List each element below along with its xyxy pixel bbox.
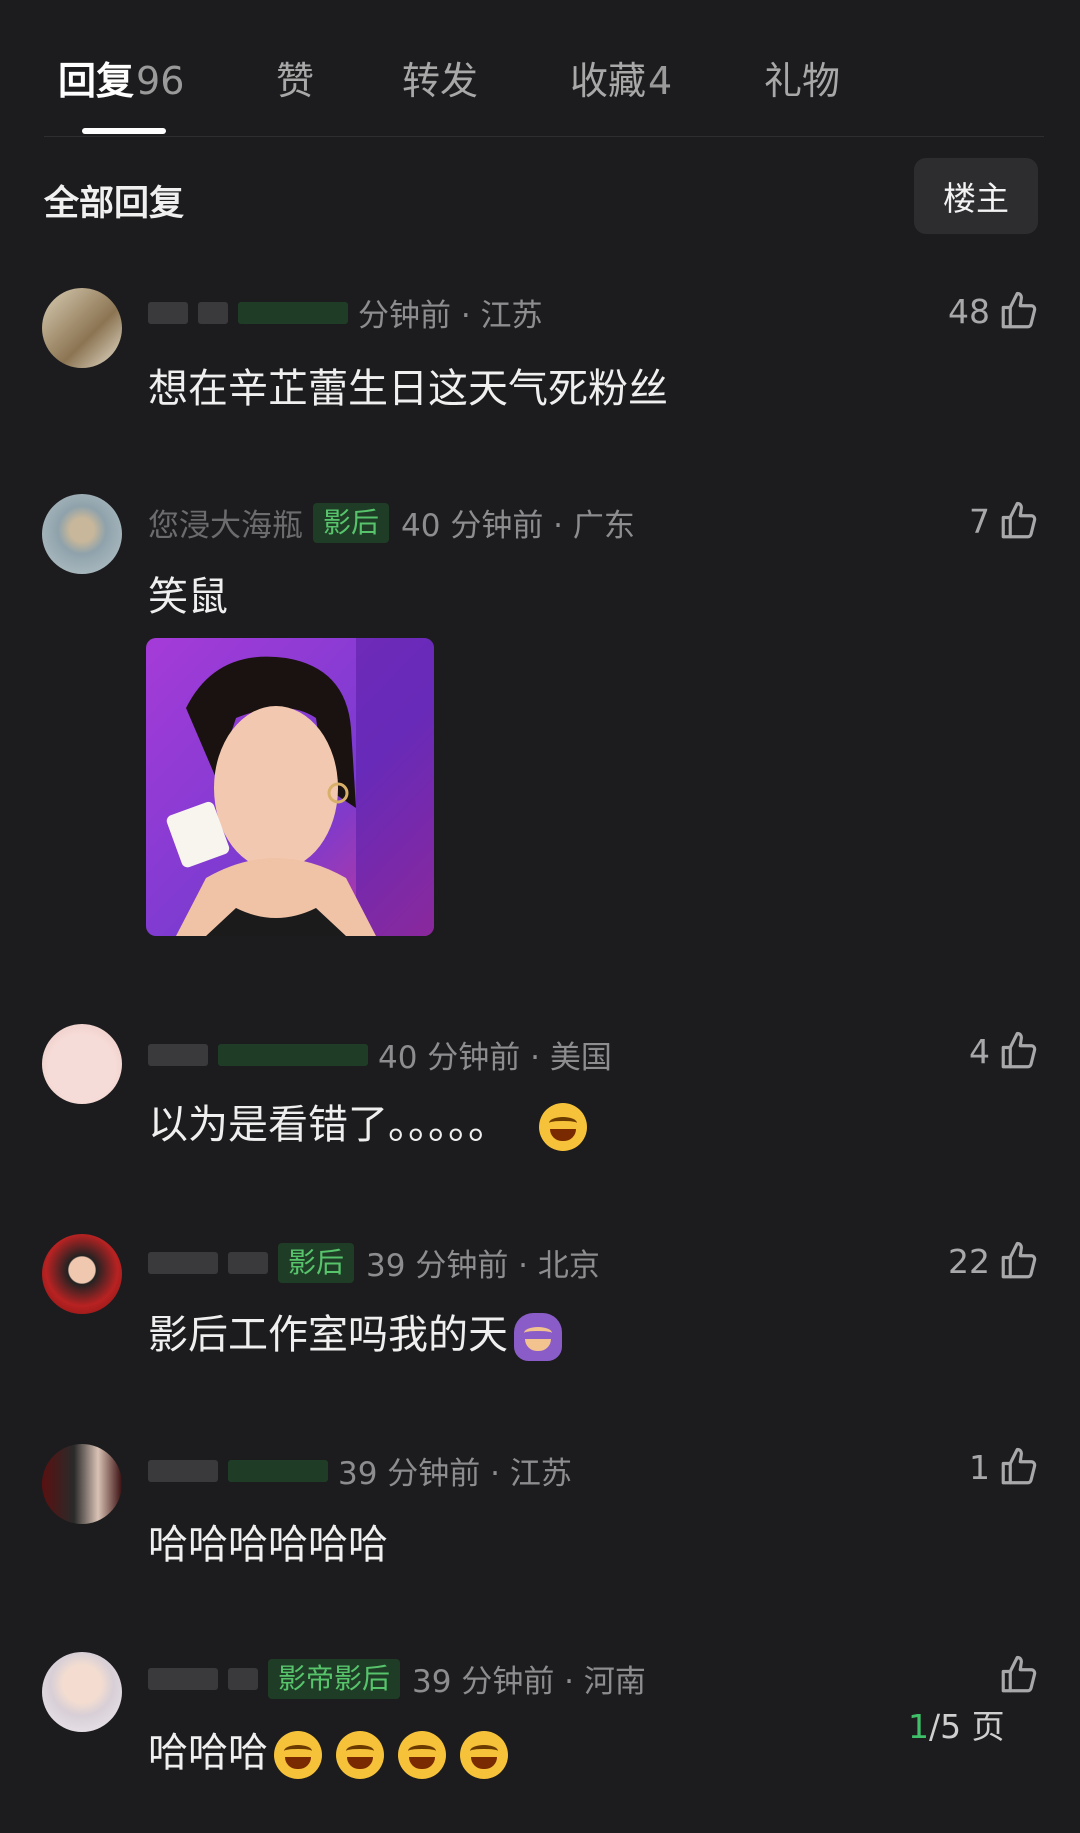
comment-text: 想在辛芷蕾生日这天气死粉丝 (148, 366, 668, 412)
user-badge: 影后 (313, 502, 390, 543)
comment-time-location: 39 分钟前 · 江苏 (338, 1456, 572, 1492)
comment-image[interactable] (146, 638, 434, 936)
comment-meta: 40 分钟前 · 美国 (148, 1032, 612, 1077)
total-pages: /5 页 (929, 1707, 1005, 1746)
blurred-username (228, 1667, 258, 1690)
comment-time-location: 39 分钟前 · 北京 (366, 1248, 600, 1284)
active-tab-indicator (82, 128, 166, 134)
like-count: 1 (969, 1447, 990, 1487)
like-button[interactable]: 7 (969, 500, 1040, 542)
comment-meta: 影后 39 分钟前 · 北京 (148, 1240, 600, 1285)
like-count: 22 (948, 1241, 990, 1281)
tab-like-label: 赞 (276, 59, 315, 103)
like-button[interactable] (990, 1654, 1040, 1696)
thumbs-up-icon (1001, 1655, 1037, 1693)
tab-gift[interactable]: 礼物 (764, 50, 840, 105)
current-page: 1 (908, 1707, 929, 1746)
like-button[interactable]: 4 (969, 1030, 1040, 1072)
comment-text-content: 以为是看错了。。。。。 (148, 1102, 508, 1148)
like-button[interactable]: 22 (948, 1240, 1040, 1282)
comment-text: 哈哈哈哈哈哈 (148, 1522, 388, 1568)
comment-text: 影后工作室吗我的天 (148, 1302, 562, 1361)
like-button[interactable]: 48 (948, 290, 1040, 332)
comment-time-location: 39 分钟前 · 河南 (412, 1664, 646, 1700)
comment-text-content: 哈哈哈 (148, 1730, 268, 1776)
like-count: 7 (969, 501, 990, 541)
blurred-username (198, 301, 228, 324)
user-badge: 影后 (278, 1242, 355, 1283)
thumbs-up-icon (1001, 1447, 1037, 1485)
thumbs-up-icon (1001, 1241, 1037, 1279)
like-count: 48 (948, 291, 990, 331)
tab-favorite-label: 收藏 (570, 59, 647, 103)
rofl-emoji-icon (538, 1103, 587, 1151)
avatar[interactable] (42, 494, 122, 574)
thumbs-up-icon (1001, 1031, 1037, 1069)
tabs-divider (44, 136, 1044, 137)
blurred-username (228, 1251, 268, 1274)
tears-of-joy-emoji-icon (336, 1731, 384, 1779)
user-badge: 影帝影后 (268, 1658, 401, 1699)
tab-repost-label: 转发 (402, 59, 479, 103)
blurred-badge (228, 1459, 328, 1482)
tab-reply-label: 回复 (58, 59, 135, 103)
comment-text-content: 影后工作室吗我的天 (148, 1312, 508, 1358)
comment-time-location: 分钟前 · 江苏 (358, 298, 543, 334)
thumbs-up-icon (1001, 501, 1037, 539)
comment-text: 以为是看错了。。。。。 (148, 1092, 587, 1151)
avatar[interactable] (42, 288, 122, 368)
comment-meta: 39 分钟前 · 江苏 (148, 1448, 572, 1493)
tab-reply-count: 96 (136, 59, 185, 103)
like-count: 4 (969, 1031, 990, 1071)
blurred-username (148, 1459, 218, 1482)
like-button[interactable]: 1 (969, 1446, 1040, 1488)
tab-bar: 回复96 赞 转发 收藏4 礼物 (0, 0, 1080, 137)
meme-image (146, 638, 434, 936)
tab-repost[interactable]: 转发 (402, 50, 478, 105)
comment-text: 笑鼠 (148, 574, 228, 620)
page-indicator[interactable]: 1/5 页 (908, 1700, 1005, 1748)
comment-meta: 您浸大海瓶 影后 40 分钟前 · 广东 (148, 500, 635, 545)
comment-meta: 分钟前 · 江苏 (148, 290, 543, 335)
op-only-button[interactable]: 楼主 (914, 158, 1038, 234)
blurred-username (148, 301, 188, 324)
thumbs-up-icon (1001, 291, 1037, 329)
tab-favorite[interactable]: 收藏4 (570, 50, 672, 105)
comment-time-location: 40 分钟前 · 广东 (401, 508, 635, 544)
blurred-username (148, 1043, 208, 1066)
tab-like[interactable]: 赞 (276, 50, 314, 105)
blurred-username (148, 1251, 218, 1274)
tears-of-joy-emoji-icon (460, 1731, 508, 1779)
facepalm-emoji-icon (514, 1313, 562, 1361)
comment-time-location: 40 分钟前 · 美国 (378, 1040, 612, 1076)
tab-favorite-count: 4 (648, 59, 673, 103)
comment-meta: 影帝影后 39 分钟前 · 河南 (148, 1656, 646, 1701)
tab-gift-label: 礼物 (764, 59, 841, 103)
avatar[interactable] (42, 1652, 122, 1732)
avatar[interactable] (42, 1444, 122, 1524)
username: 您浸大海瓶 (148, 508, 303, 544)
tears-of-joy-emoji-icon (398, 1731, 446, 1779)
tears-of-joy-emoji-icon (274, 1731, 322, 1779)
blurred-badge (218, 1043, 368, 1066)
avatar[interactable] (42, 1024, 122, 1104)
tab-reply[interactable]: 回复96 (58, 50, 184, 105)
blurred-username (148, 1667, 218, 1690)
comment-text: 哈哈哈 (148, 1720, 508, 1779)
avatar[interactable] (42, 1234, 122, 1314)
all-replies-filter[interactable]: 全部回复 (44, 175, 184, 226)
blurred-badge (238, 301, 348, 324)
